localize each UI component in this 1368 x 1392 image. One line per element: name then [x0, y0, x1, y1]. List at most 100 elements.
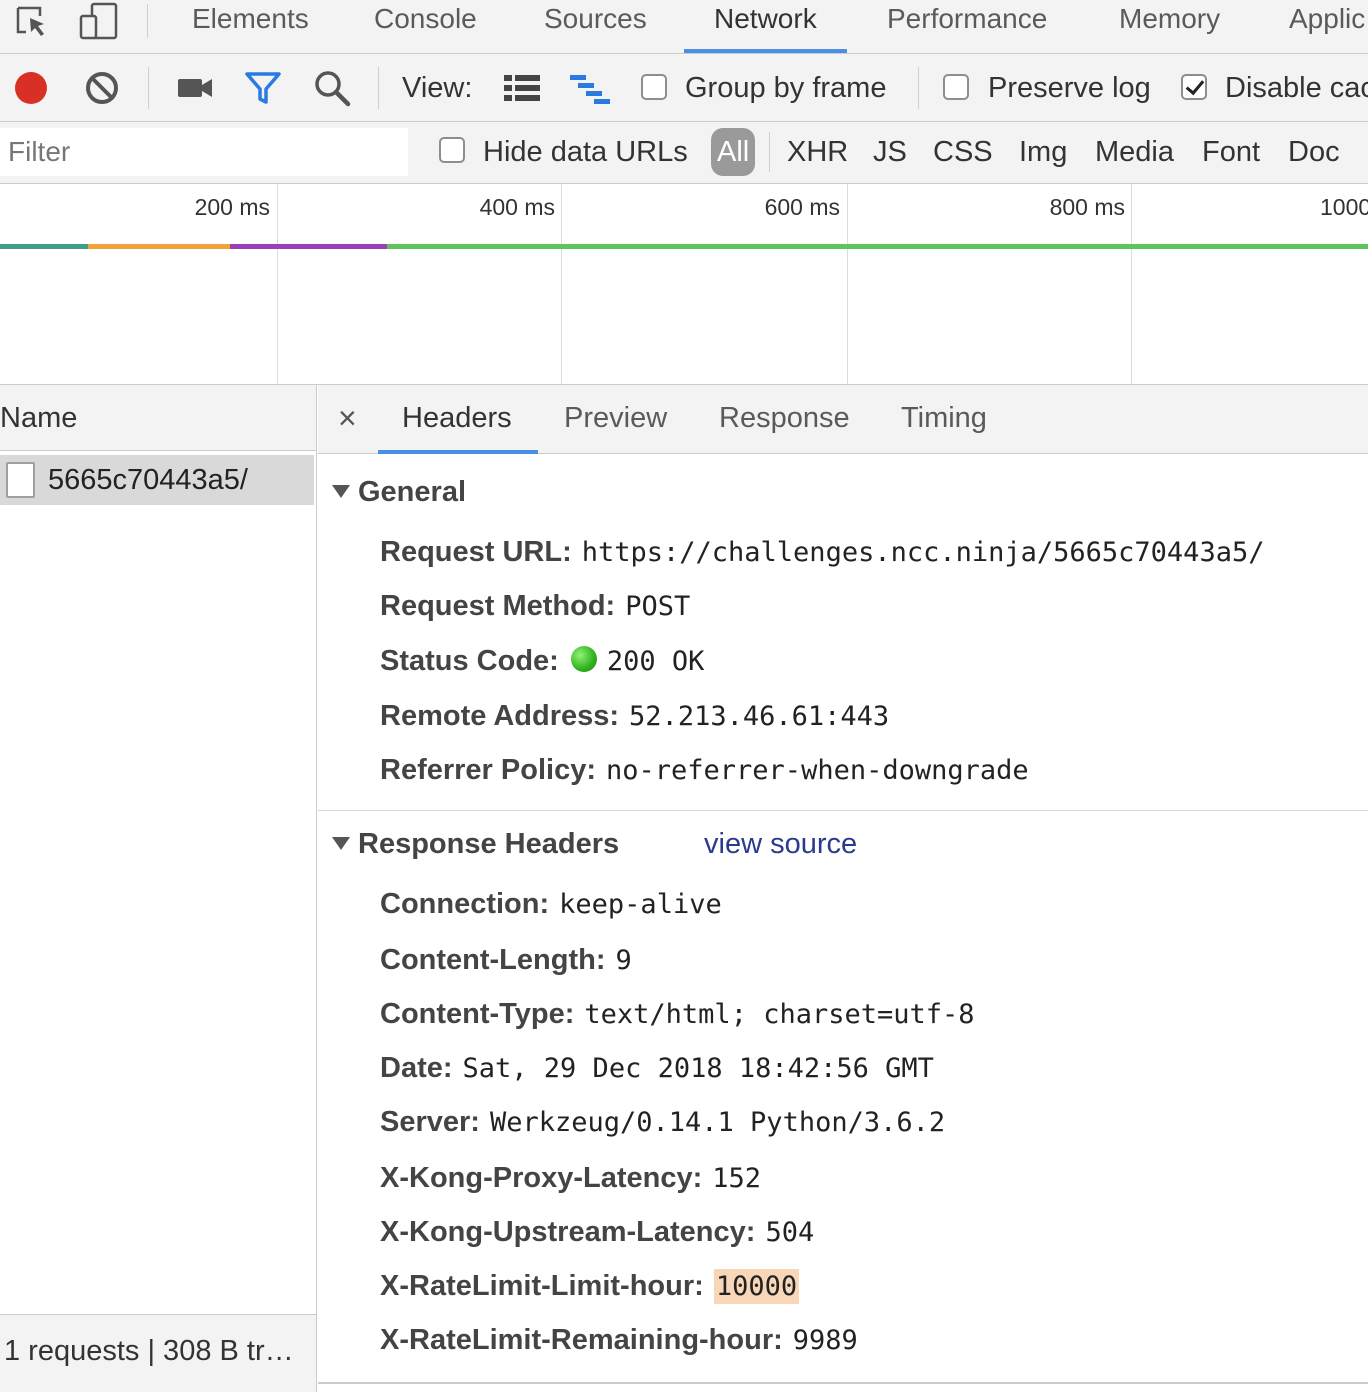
status-ok-icon: [570, 646, 597, 673]
tab-application[interactable]: Applic: [1289, 0, 1365, 53]
section-divider: [318, 810, 1368, 811]
view-label: View:: [402, 72, 473, 104]
list-view-icon[interactable]: [502, 68, 542, 108]
header-row-x-kong-upstream-latency: X-Kong-Upstream-Latency: 504: [380, 1214, 814, 1251]
request-row[interactable]: 5665c70443a5/: [0, 455, 314, 505]
timeline-bar-ssl: [88, 244, 230, 249]
header-row-server: Server: Werkzeug/0.14.1 Python/3.6.2: [380, 1104, 945, 1141]
waterfall-view-icon[interactable]: [568, 68, 614, 108]
group-by-frame-label: Group by frame: [685, 72, 887, 104]
disable-cache-checkbox[interactable]: [1181, 74, 1207, 100]
device-toolbar-icon[interactable]: [78, 0, 120, 44]
tab-elements[interactable]: Elements: [192, 0, 309, 53]
tab-network[interactable]: Network: [684, 0, 847, 53]
tab-preview[interactable]: Preview: [564, 401, 667, 435]
tab-headers[interactable]: Headers: [378, 401, 538, 454]
pane-bottom-border: [318, 1382, 1368, 1384]
clear-icon[interactable]: [83, 68, 121, 108]
header-row-connection: Connection: keep-alive: [380, 886, 722, 923]
tab-memory[interactable]: Memory: [1119, 0, 1220, 53]
filter-type-xhr[interactable]: XHR: [787, 132, 848, 172]
timeline-gridline: [277, 184, 278, 384]
separator: [769, 132, 770, 172]
close-icon[interactable]: ×: [338, 399, 357, 437]
header-key: Server:: [380, 1106, 480, 1138]
header-row-x-kong-proxy-latency: X-Kong-Proxy-Latency: 152: [380, 1160, 761, 1197]
general-section-title: General: [358, 476, 466, 508]
header-row-remote-address: Remote Address: 52.213.46.61:443: [380, 698, 889, 735]
header-row-request-url: Request URL: https://challenges.ncc.ninja…: [380, 534, 1264, 571]
header-key: Request Method:: [380, 590, 616, 622]
hide-data-urls-checkbox[interactable]: [439, 137, 465, 163]
detail-tab-bar: × Headers Preview Response Timing: [318, 385, 1368, 454]
header-row-content-length: Content-Length: 9: [380, 942, 632, 979]
header-key: Content-Type:: [380, 998, 575, 1030]
timeline-tick-label: 400 ms: [479, 194, 555, 220]
preserve-log-label: Preserve log: [988, 72, 1151, 104]
header-key: X-RateLimit-Limit-hour:: [380, 1270, 704, 1302]
tab-sources[interactable]: Sources: [544, 0, 647, 53]
header-value: keep-alive: [559, 889, 722, 920]
record-icon[interactable]: [12, 68, 50, 108]
header-key: X-Kong-Proxy-Latency:: [380, 1162, 703, 1194]
header-value: 52.213.46.61:443: [629, 701, 890, 732]
filter-input[interactable]: [0, 128, 408, 176]
disable-cache-label: Disable cac: [1225, 72, 1368, 104]
filter-type-img[interactable]: Img: [1019, 132, 1067, 172]
capture-screenshots-icon[interactable]: [176, 68, 214, 108]
tab-response[interactable]: Response: [719, 401, 850, 435]
network-overview-timeline[interactable]: 200 ms 400 ms 600 ms 800 ms 1000: [0, 184, 1368, 385]
triangle-down-icon: [332, 484, 350, 498]
header-key: Remote Address:: [380, 700, 620, 732]
network-toolbar: View: Group by frame Preserve log Disabl…: [0, 54, 1368, 122]
header-key: Date:: [380, 1052, 453, 1084]
header-value: POST: [625, 591, 691, 622]
request-summary: 1 requests | 308 B tr…: [0, 1314, 316, 1392]
header-row-content-type: Content-Type: text/html; charset=utf-8: [380, 996, 975, 1033]
header-key: Content-Length:: [380, 944, 606, 976]
response-headers-title: Response Headers: [358, 828, 620, 860]
filter-type-css[interactable]: CSS: [933, 132, 993, 172]
timeline-bar-connecting: [0, 244, 88, 249]
header-row-date: Date: Sat, 29 Dec 2018 18:42:56 GMT: [380, 1050, 934, 1087]
separator: [147, 4, 148, 38]
tab-performance[interactable]: Performance: [887, 0, 1047, 53]
timeline-gridline: [1131, 184, 1132, 384]
timeline-tick-label: 200 ms: [194, 194, 270, 220]
header-value: 9989: [792, 1325, 858, 1356]
filter-type-media[interactable]: Media: [1095, 132, 1174, 172]
header-key: Referrer Policy:: [380, 754, 596, 786]
header-key: X-RateLimit-Remaining-hour:: [380, 1324, 783, 1356]
timeline-bar-download: [387, 244, 1368, 249]
name-column-header[interactable]: Name: [0, 385, 316, 451]
filter-type-js[interactable]: JS: [873, 132, 907, 172]
preserve-log-checkbox[interactable]: [943, 74, 969, 100]
filter-funnel-icon[interactable]: [244, 68, 282, 108]
view-source-link[interactable]: view source: [704, 826, 857, 862]
tab-timing[interactable]: Timing: [901, 401, 987, 435]
header-value: text/html; charset=utf-8: [584, 999, 975, 1030]
timeline-tick-label: 1000: [1320, 194, 1368, 220]
inspect-element-icon[interactable]: [14, 0, 50, 44]
tab-console[interactable]: Console: [374, 0, 477, 53]
header-row-request-method: Request Method: POST: [380, 588, 690, 625]
header-key: X-Kong-Upstream-Latency:: [380, 1216, 756, 1248]
response-headers-section-toggle[interactable]: Response Headers: [332, 826, 619, 862]
timeline-tick-label: 600 ms: [764, 194, 840, 220]
general-section-toggle[interactable]: General: [332, 474, 466, 510]
request-name: 5665c70443a5/: [48, 464, 248, 496]
filter-type-doc[interactable]: Doc: [1288, 132, 1340, 172]
header-value: Sat, 29 Dec 2018 18:42:56 GMT: [462, 1053, 934, 1084]
header-value: 152: [712, 1163, 762, 1194]
timeline-gridline: [847, 184, 848, 384]
header-key: Status Code:: [380, 645, 559, 677]
header-value: 504: [765, 1217, 815, 1248]
header-row-x-ratelimit-limit-hour: X-RateLimit-Limit-hour: 10000: [380, 1268, 800, 1305]
filter-type-all[interactable]: All: [711, 128, 756, 176]
header-value: 9: [615, 945, 632, 976]
filter-type-font[interactable]: Font: [1202, 132, 1260, 172]
group-by-frame-checkbox[interactable]: [641, 74, 667, 100]
devtools-tab-bar: Elements Console Sources Network Perform…: [0, 0, 1368, 54]
search-icon[interactable]: [313, 68, 351, 108]
header-key: Connection:: [380, 888, 550, 920]
